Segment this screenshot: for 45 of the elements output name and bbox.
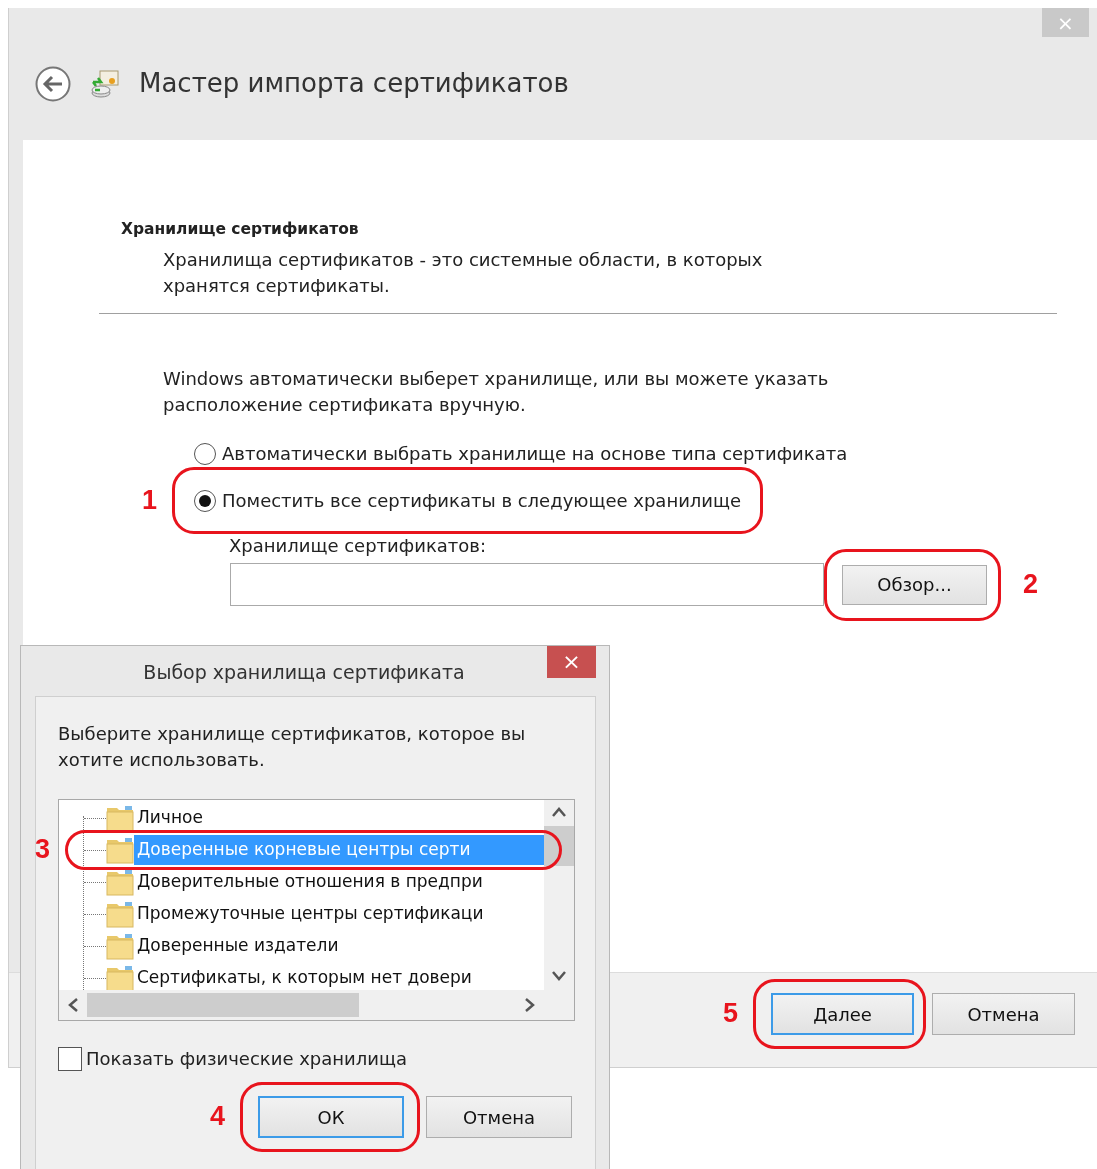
ok-button[interactable]: ОК <box>258 1096 404 1138</box>
radio-label[interactable]: Поместить все сертификаты в следующее хранилище <box>222 487 742 515</box>
folder-icon <box>106 868 134 896</box>
wizard-title: Мастер импорта сертификатов <box>139 67 569 100</box>
tree-item[interactable]: Доверительные отношения в предпри <box>134 867 544 897</box>
folder-icon <box>106 964 134 990</box>
instruction-text: Выберите хранилище сертификатов, которое вы хотите использовать. <box>58 722 527 772</box>
horizontal-scrollbar[interactable] <box>59 990 544 1020</box>
tree-item[interactable]: Сертификаты, к которым нет довери <box>134 963 544 990</box>
scroll-thumb[interactable] <box>544 826 574 866</box>
next-button[interactable]: Далее <box>771 993 914 1035</box>
tree-item[interactable]: Личное <box>134 803 544 833</box>
step-number: 5 <box>723 1000 739 1027</box>
dialog-title: Выбор хранилища сертификата <box>142 660 466 685</box>
radio-label[interactable]: Автоматически выбрать хранилище на основе типа сертификата <box>222 440 848 468</box>
folder-icon <box>106 900 134 928</box>
scroll-right-icon[interactable] <box>524 997 536 1013</box>
tree-item[interactable]: Промежуточные центры сертификаци <box>134 899 544 929</box>
scroll-thumb[interactable] <box>87 993 359 1017</box>
vertical-scrollbar[interactable] <box>544 800 574 990</box>
folder-icon <box>106 932 134 960</box>
radio-button[interactable] <box>194 489 216 512</box>
checkbox[interactable] <box>58 1046 82 1071</box>
scroll-left-icon[interactable] <box>67 997 79 1013</box>
certificate-icon <box>89 67 121 100</box>
scroll-up-icon[interactable] <box>551 806 567 818</box>
step-number: 3 <box>35 836 51 863</box>
cancel-button[interactable]: Отмена <box>426 1096 572 1138</box>
instruction-text: Windows автоматически выберет хранилище, или вы можете указать расположение сертификата вручную. <box>163 367 830 418</box>
section-title: Хранилище сертификатов <box>121 219 360 240</box>
checkbox-label[interactable]: Показать физические хранилища <box>86 1045 407 1072</box>
scroll-down-icon[interactable] <box>551 970 567 982</box>
folder-icon <box>106 804 134 832</box>
close-button[interactable]: × <box>547 646 596 678</box>
store-input-field[interactable] <box>230 563 824 607</box>
step-number: 4 <box>210 1103 226 1130</box>
step-number: 2 <box>1023 570 1039 598</box>
radio-button[interactable] <box>194 442 216 465</box>
cancel-button[interactable]: Отмена <box>932 993 1075 1035</box>
folder-icon <box>106 836 134 864</box>
step-number: 1 <box>142 486 158 514</box>
tree-item[interactable]: Доверенные издатели <box>134 931 544 961</box>
section-description: Хранилища сертификатов - это системные области, в которых хранятся сертификаты. <box>163 248 764 299</box>
field-label: Хранилище сертификатов: <box>229 534 487 559</box>
browse-button[interactable]: Обзор... <box>842 564 987 605</box>
